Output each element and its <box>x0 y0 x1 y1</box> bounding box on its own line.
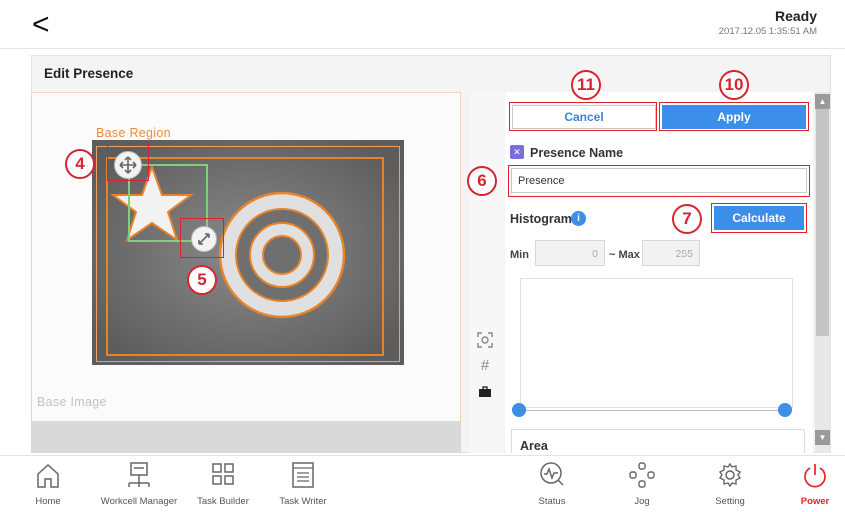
histogram-label: Histogram <box>510 212 572 226</box>
presence-name-icon: ✕ <box>510 145 524 159</box>
min-input[interactable]: 0 <box>535 240 605 266</box>
range-slider-max-handle[interactable] <box>778 403 792 417</box>
nav-task-builder-label: Task Builder <box>197 496 249 507</box>
range-slider-track[interactable] <box>519 410 785 411</box>
home-icon <box>28 460 68 490</box>
back-icon[interactable]: < <box>32 10 50 40</box>
histogram-chart <box>520 278 793 408</box>
nav-power[interactable]: Power <box>795 460 835 507</box>
gear-icon <box>705 460 755 490</box>
scroll-up-icon[interactable]: ▲ <box>815 94 830 109</box>
callout-box-apply <box>659 102 809 131</box>
callout-box-cancel <box>509 102 657 131</box>
callout-10: 10 <box>719 70 749 100</box>
nav-jog-label: Jog <box>634 496 650 507</box>
nav-task-writer[interactable]: Task Writer <box>275 460 331 507</box>
scroll-down-icon[interactable]: ▼ <box>815 430 830 445</box>
header-divider <box>0 48 845 49</box>
power-icon <box>795 460 835 490</box>
nav-setting[interactable]: Setting <box>705 460 755 507</box>
base-image-label: Base Image <box>37 395 107 409</box>
panel-title: Edit Presence <box>44 66 134 81</box>
nav-home-label: Home <box>35 496 61 507</box>
callout-5: 5 <box>187 265 217 295</box>
area-section-label: Area <box>511 429 805 453</box>
status-icon <box>532 460 572 490</box>
task-builder-icon <box>192 460 254 490</box>
nav-status[interactable]: Status <box>532 460 572 507</box>
callout-7: 7 <box>672 204 702 234</box>
task-writer-icon <box>275 460 331 490</box>
nav-jog[interactable]: Jog <box>622 460 662 507</box>
toolbox-icon[interactable] <box>475 385 495 402</box>
jog-icon <box>622 460 662 490</box>
callout-box-calculate <box>711 203 807 233</box>
workcell-icon <box>94 460 184 490</box>
focus-icon[interactable] <box>475 332 495 352</box>
status-block: Ready 2017.12.05 1:35:51 AM <box>719 8 817 37</box>
callout-4: 4 <box>65 149 95 179</box>
info-icon[interactable]: i <box>571 211 586 226</box>
status-text: Ready <box>774 8 817 24</box>
callout-11: 11 <box>571 70 601 100</box>
max-label: ~ Max <box>609 249 640 261</box>
range-slider-min-handle[interactable] <box>512 403 526 417</box>
nav-home[interactable]: Home <box>28 460 68 507</box>
image-footer <box>31 422 461 453</box>
status-timestamp: 2017.12.05 1:35:51 AM <box>718 26 817 37</box>
base-region-label: Base Region <box>96 126 171 140</box>
callout-box-move <box>107 143 149 181</box>
presence-name-label: Presence Name <box>530 146 624 160</box>
min-label: Min <box>510 249 529 261</box>
callout-box-name <box>508 165 810 197</box>
callout-6: 6 <box>467 166 497 196</box>
nav-task-writer-label: Task Writer <box>279 496 327 507</box>
nav-task-builder[interactable]: Task Builder <box>192 460 254 507</box>
nav-status-label: Status <box>538 496 566 507</box>
grid-icon[interactable]: # <box>475 357 495 374</box>
nav-power-label: Power <box>800 496 830 507</box>
max-input[interactable]: 255 <box>642 240 700 266</box>
nav-workcell-manager[interactable]: Workcell Manager <box>94 460 184 507</box>
nav-setting-label: Setting <box>715 496 745 507</box>
callout-box-resize <box>180 218 224 258</box>
scrollbar-thumb[interactable] <box>816 108 829 336</box>
nav-workcell-label: Workcell Manager <box>100 496 178 507</box>
